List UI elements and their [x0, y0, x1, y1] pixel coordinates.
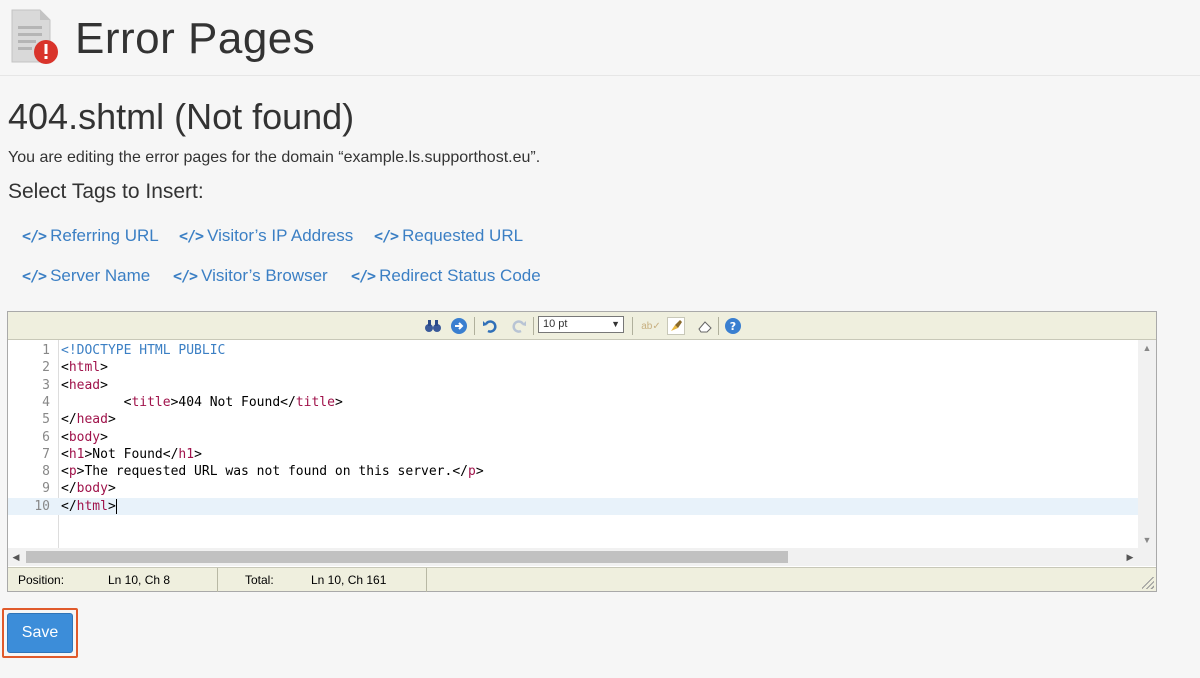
position-value: Ln 10, Ch 8	[108, 573, 171, 587]
position-label: Position:	[18, 573, 65, 587]
code-text: <!DOCTYPE HTML PUBLIC	[61, 343, 226, 358]
code-text: </body>	[61, 481, 116, 497]
scrollbar-thumb[interactable]	[26, 551, 788, 563]
spellcheck-icon[interactable]: ab✓	[641, 317, 661, 335]
code-line[interactable]: 3 <head>	[8, 377, 1138, 394]
tag-server-name[interactable]: </> Server Name	[22, 266, 150, 286]
scroll-up-icon[interactable]: ▲	[1138, 340, 1156, 356]
tag-requested-url[interactable]: </> Requested URL	[374, 226, 523, 246]
code-line[interactable]: 10 </html>	[8, 497, 1138, 515]
editor-statusbar: Position: Ln 10, Ch 8 Total: Ln 10, Ch 1…	[8, 567, 1156, 592]
code-icon: </>	[351, 267, 376, 285]
tag-label: Requested URL	[402, 226, 524, 245]
save-button[interactable]: Save	[7, 613, 73, 653]
code-icon: </>	[374, 227, 399, 245]
line-number: 2	[42, 360, 50, 376]
code-line[interactable]: 5 </head>	[8, 411, 1138, 428]
svg-text:?: ?	[730, 320, 736, 333]
line-number: 7	[42, 446, 50, 462]
toolbar-separator	[632, 317, 633, 335]
line-number: 3	[42, 377, 50, 393]
code-line[interactable]: 8 <p>The requested URL was not found on t…	[8, 463, 1138, 480]
tag-visitor-ip[interactable]: </> Visitor’s IP Address	[179, 226, 353, 246]
toolbar-separator	[533, 317, 534, 335]
status-separator	[426, 568, 427, 592]
page-header: Error Pages	[0, 0, 1200, 76]
file-title: 404.shtml (Not found)	[8, 96, 355, 137]
chevron-down-icon: ▼	[611, 319, 620, 329]
resize-grip-icon[interactable]	[1142, 577, 1154, 589]
document-error-icon	[11, 9, 58, 64]
page-title: Error Pages	[75, 14, 316, 63]
reset-icon[interactable]	[696, 317, 714, 335]
total-value: Ln 10, Ch 161	[311, 573, 387, 587]
redo-icon[interactable]	[510, 317, 528, 335]
code-icon: </>	[22, 227, 47, 245]
code-icon: </>	[22, 267, 47, 285]
code-line[interactable]: 6 <body>	[8, 429, 1138, 446]
line-number: 4	[42, 394, 50, 410]
toolbar-separator	[718, 317, 719, 335]
code-text: </html>	[61, 498, 116, 514]
code-icon: </>	[173, 267, 198, 285]
code-icon: </>	[179, 227, 204, 245]
total-label: Total:	[245, 573, 274, 587]
code-area[interactable]: 1 <!DOCTYPE HTML PUBLIC 2 <html> 3 <head> 4 <t…	[8, 340, 1156, 548]
line-number: 9	[42, 481, 50, 497]
code-text: </head>	[61, 412, 116, 428]
goto-line-icon[interactable]	[450, 317, 468, 335]
tag-label: Visitor’s IP Address	[207, 226, 354, 245]
line-number: 1	[42, 343, 50, 358]
status-separator	[217, 568, 218, 592]
code-text: <title>404 Not Found</title>	[61, 394, 343, 410]
code-text: <html>	[61, 360, 108, 376]
tag-label: Referring URL	[50, 226, 159, 245]
code-line[interactable]: 1 <!DOCTYPE HTML PUBLIC	[8, 342, 1138, 359]
scroll-down-icon[interactable]: ▼	[1138, 532, 1156, 548]
search-replace-icon[interactable]	[424, 317, 442, 335]
font-size-select[interactable]: 10 pt ▼	[538, 316, 624, 333]
undo-icon[interactable]	[481, 317, 499, 335]
help-icon[interactable]: ?	[724, 317, 742, 335]
line-number: 8	[42, 464, 50, 480]
tag-label: Redirect Status Code	[379, 266, 541, 285]
horizontal-scrollbar[interactable]: ◀ ▶	[8, 548, 1156, 566]
select-tags-heading: Select Tags to Insert:	[8, 180, 204, 203]
domain-description: You are editing the error pages for the …	[8, 149, 541, 166]
code-text: <body>	[61, 429, 108, 445]
code-text: <head>	[61, 377, 108, 393]
toolbar-separator	[474, 317, 475, 335]
tag-visitor-browser[interactable]: </> Visitor’s Browser	[173, 266, 328, 286]
editor-toolbar: 10 pt ▼ ab✓ ?	[8, 312, 1156, 340]
code-line[interactable]: 9 </body>	[8, 480, 1138, 497]
line-number: 10	[34, 498, 50, 514]
line-number: 5	[42, 412, 50, 428]
line-number: 6	[42, 429, 50, 445]
vertical-scrollbar[interactable]: ▲ ▼	[1138, 340, 1156, 548]
code-line[interactable]: 4 <title>404 Not Found</title>	[8, 394, 1138, 411]
scroll-right-icon[interactable]: ▶	[1122, 548, 1138, 566]
code-text: <p>The requested URL was not found on th…	[61, 464, 484, 480]
code-text: <h1>Not Found</h1>	[61, 446, 202, 462]
code-line[interactable]: 2 <html>	[8, 359, 1138, 376]
code-editor: 10 pt ▼ ab✓ ? 1 <!DOCTYPE HTML PUBLIC 2 <ht…	[7, 311, 1157, 592]
font-size-value: 10 pt	[543, 318, 568, 330]
scroll-left-icon[interactable]: ◀	[8, 548, 24, 566]
code-line[interactable]: 7 <h1>Not Found</h1>	[8, 446, 1138, 463]
tag-label: Visitor’s Browser	[201, 266, 328, 285]
tag-redirect-status[interactable]: </> Redirect Status Code	[351, 266, 541, 286]
tag-label: Server Name	[50, 266, 151, 285]
tag-referring-url[interactable]: </> Referring URL	[22, 226, 159, 246]
highlight-icon[interactable]	[667, 317, 685, 335]
text-cursor	[115, 498, 117, 514]
